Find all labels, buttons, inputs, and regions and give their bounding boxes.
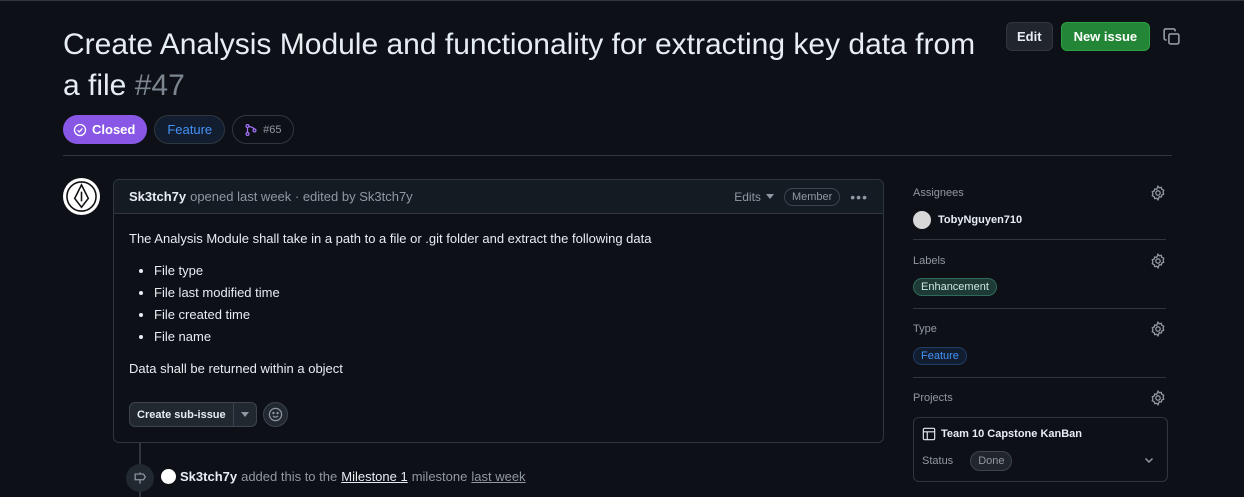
chevron-down-icon[interactable]: [1143, 454, 1155, 466]
closed-state-badge: Closed: [63, 115, 148, 144]
comment-footer: Create sub-issue: [129, 402, 288, 427]
assignee-avatar: [913, 211, 931, 229]
issue-title: Create Analysis Module and functionality…: [63, 24, 993, 106]
milestone-link[interactable]: Milestone 1: [341, 469, 407, 484]
member-badge: Member: [783, 187, 841, 206]
comment-body: The Analysis Module shall take in a path…: [114, 214, 883, 377]
list-item: File last modified time: [154, 284, 868, 301]
comment-meta: opened last week · edited by Sk3tch7y: [190, 189, 413, 204]
copy-link-icon[interactable]: [1162, 27, 1182, 47]
actor-avatar[interactable]: [161, 469, 176, 484]
issue-state-row: Closed Feature #65: [63, 115, 294, 144]
type-heading: Type: [913, 323, 937, 335]
header-divider: [63, 155, 1172, 156]
issue-comment: Sk3tch7y opened last week · edited by Sk…: [113, 179, 884, 443]
project-card[interactable]: Team 10 Capstone KanBan Status Done: [913, 417, 1168, 482]
milestone-icon: [134, 472, 146, 484]
status-label: Status: [922, 455, 954, 467]
labels-heading: Labels: [913, 255, 946, 267]
comment-author[interactable]: Sk3tch7y: [129, 189, 186, 204]
add-reaction-button[interactable]: [262, 402, 288, 427]
linked-pr-pill[interactable]: #65: [232, 115, 294, 144]
list-item: File created time: [154, 306, 868, 323]
check-circle-icon: [73, 123, 87, 136]
caret-down-icon: [765, 193, 774, 199]
gear-icon[interactable]: [1150, 253, 1166, 269]
list-item: File type: [154, 262, 868, 279]
project-name: Team 10 Capstone KanBan: [941, 428, 1083, 440]
gear-icon[interactable]: [1150, 321, 1166, 337]
project-title[interactable]: Team 10 Capstone KanBan: [922, 427, 1082, 441]
linked-pr-number: #65: [263, 123, 282, 136]
comment-outro: Data shall be returned within a object: [129, 361, 343, 376]
status-value-pill[interactable]: Done: [970, 451, 1013, 471]
gear-icon[interactable]: [1150, 390, 1166, 406]
git-pull-request-icon: [245, 123, 257, 136]
create-sub-issue-button[interactable]: Create sub-issue: [130, 403, 234, 426]
timeline-suffix: milestone: [411, 469, 468, 484]
timeline-time-link[interactable]: last week: [471, 469, 525, 484]
comment-more-icon[interactable]: •••: [850, 189, 868, 205]
edit-button[interactable]: Edit: [1006, 22, 1053, 51]
comment-header: Sk3tch7y opened last week · edited by Sk…: [114, 180, 883, 214]
edits-dropdown[interactable]: Edits: [734, 190, 774, 204]
pen-nib-logo-icon: [66, 181, 97, 212]
header-actions: Edit New issue: [1006, 22, 1182, 51]
projects-heading: Projects: [913, 392, 953, 404]
type-section: Type Feature: [913, 321, 1166, 378]
top-border: [0, 0, 1244, 1]
data-list: File type File last modified time File c…: [154, 262, 868, 345]
assignee-item[interactable]: TobyNguyen710: [913, 211, 1166, 229]
edits-label: Edits: [734, 189, 761, 204]
smiley-icon: [268, 407, 282, 422]
new-issue-button[interactable]: New issue: [1060, 22, 1151, 51]
milestone-event-badge: [126, 464, 154, 492]
table-icon: [922, 427, 936, 441]
enhancement-label[interactable]: Enhancement: [913, 278, 997, 296]
list-item: File name: [154, 328, 868, 345]
type-feature-label[interactable]: Feature: [913, 347, 967, 365]
labels-section: Labels Enhancement: [913, 253, 1166, 309]
timeline-event: Sk3tch7y added this to the Milestone 1 m…: [161, 469, 526, 484]
issue-number: #47: [134, 69, 185, 102]
assignees-section: Assignees TobyNguyen710: [913, 185, 1166, 240]
author-avatar[interactable]: [63, 178, 100, 215]
projects-section: Projects: [913, 390, 1166, 406]
issue-type-pill[interactable]: Feature: [154, 115, 226, 144]
assignees-heading: Assignees: [913, 187, 964, 199]
issue-title-text: Create Analysis Module and functionality…: [63, 28, 976, 102]
gear-icon[interactable]: [1150, 185, 1166, 201]
state-label: Closed: [92, 122, 136, 137]
sub-issue-dropdown[interactable]: [234, 403, 256, 426]
timeline-action: added this to the: [241, 469, 338, 484]
timeline-actor[interactable]: Sk3tch7y: [180, 469, 237, 484]
caret-down-icon: [240, 411, 249, 417]
project-status-row: Status Done: [922, 451, 1013, 471]
sub-issue-split-button: Create sub-issue: [129, 402, 257, 427]
assignee-name: TobyNguyen710: [938, 214, 1023, 226]
comment-intro: The Analysis Module shall take in a path…: [129, 231, 652, 246]
